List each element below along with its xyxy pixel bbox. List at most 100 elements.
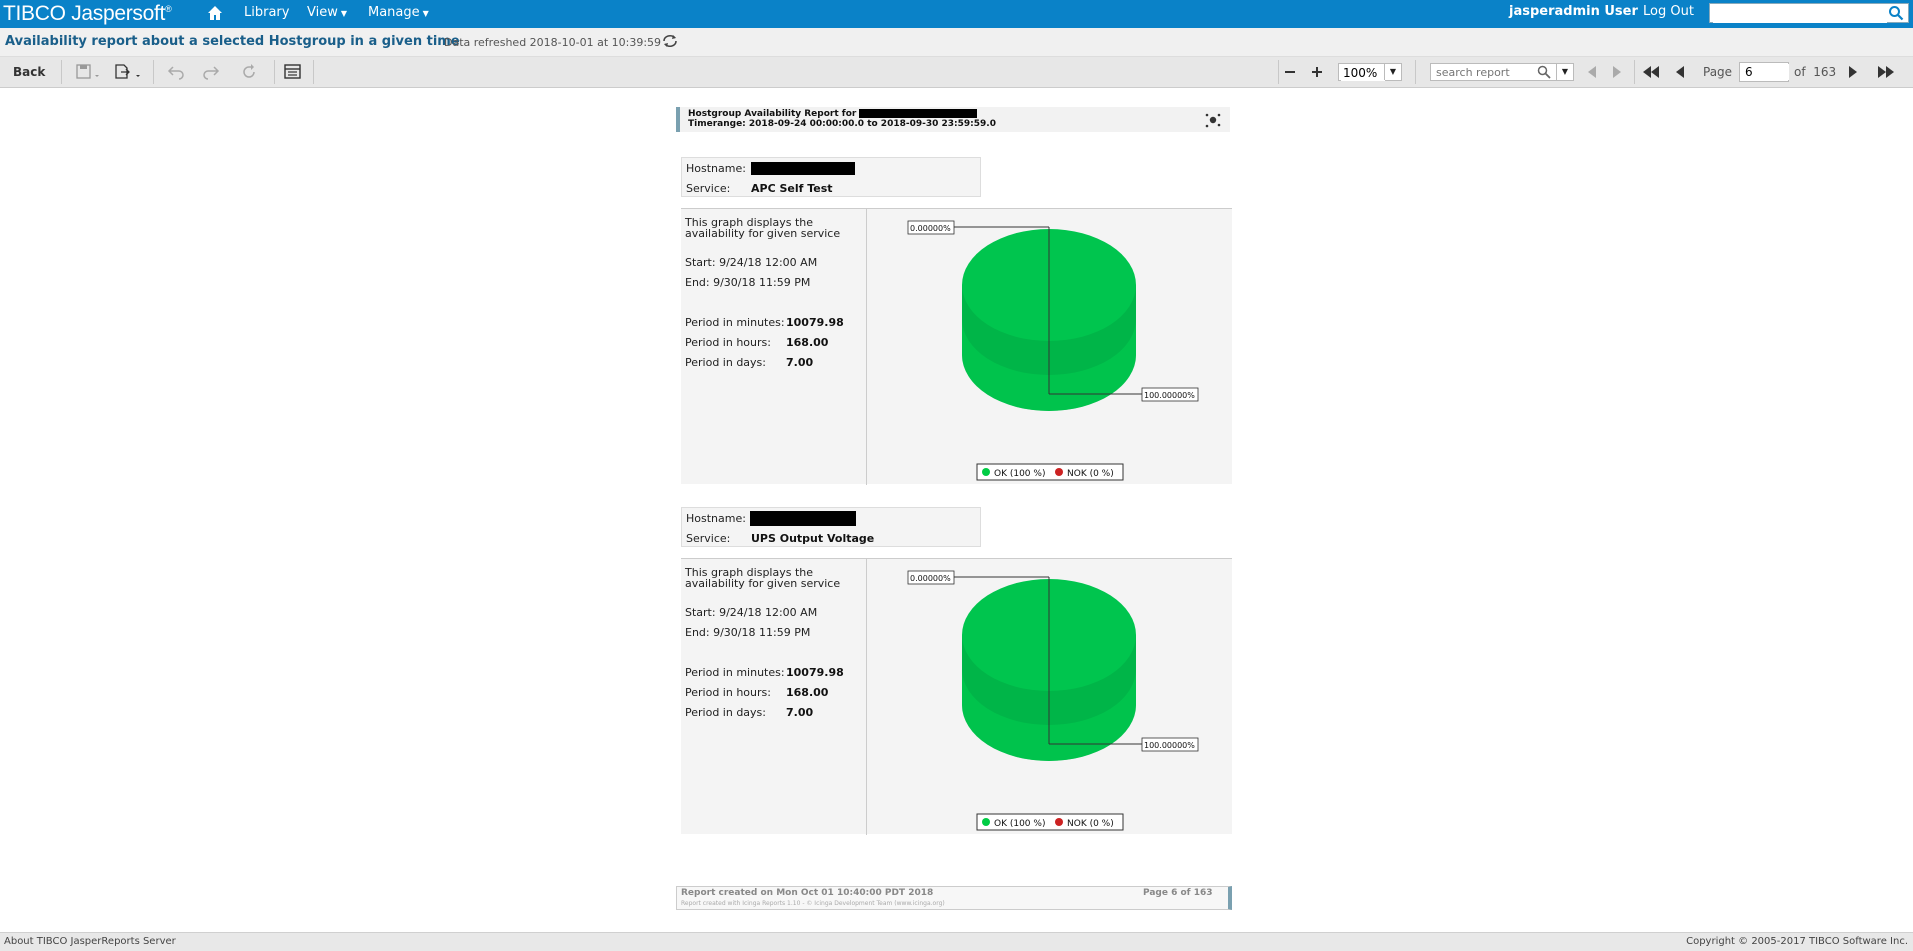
report-footer: Report created on Mon Oct 01 10:40:00 PD… — [676, 886, 1232, 910]
hours-value: 168.00 — [786, 686, 829, 699]
nav-manage-label: Manage — [368, 5, 420, 20]
toolbar-divider — [313, 60, 314, 84]
last-page-icon[interactable] — [1877, 64, 1895, 80]
current-user: jasperadmin User — [1509, 4, 1638, 19]
redacted-hostname — [751, 162, 855, 175]
page-count: of 163 — [1794, 65, 1836, 79]
logout-link[interactable]: Log Out — [1643, 4, 1694, 19]
report-timerange: Timerange: 2018-09-24 00:00:00.0 to 2018… — [688, 119, 996, 129]
availability-panel: This graph displays the availability for… — [681, 558, 1232, 835]
zoom-in-icon[interactable] — [1310, 64, 1324, 80]
legend-ok-marker — [982, 468, 990, 476]
pie-label-nok: 0.00000% — [910, 574, 951, 583]
undo-icon[interactable] — [167, 64, 185, 80]
availability-pie-chart: 0.00000% 100.00000% OK (100 %) NOK (0 %) — [907, 570, 1199, 831]
previous-page-icon[interactable] — [1674, 64, 1686, 80]
copyright-text: Copyright © 2005-2017 TIBCO Software Inc… — [1686, 936, 1908, 947]
search-options-dropdown[interactable]: ▼ — [1556, 64, 1573, 80]
report-header-title-text: Hostgroup Availability Report for — [688, 109, 857, 119]
toolbar-divider — [1278, 60, 1279, 84]
save-icon[interactable] — [76, 64, 102, 80]
refresh-icon[interactable] — [661, 33, 679, 49]
bookmarks-icon[interactable] — [284, 64, 302, 80]
next-page-icon[interactable] — [1847, 64, 1859, 80]
search-icon[interactable] — [1888, 5, 1904, 21]
search-next-icon[interactable] — [1611, 64, 1623, 80]
legend-nok-marker — [1055, 818, 1063, 826]
legend-ok-label: OK (100 %) — [994, 819, 1045, 829]
report-title-bar: Availability report about a selected Hos… — [0, 28, 1913, 57]
hostname-label: Hostname: — [686, 512, 746, 525]
status-bar: About TIBCO JasperReports Server Copyrig… — [0, 932, 1913, 951]
nav-manage[interactable]: Manage ▼ — [368, 5, 429, 20]
pie-label-ok: 100.00000% — [1144, 741, 1195, 750]
nav-view[interactable]: View ▼ — [307, 5, 347, 20]
minutes-label: Period in minutes: — [685, 666, 785, 679]
report-created-date: Report created on Mon Oct 01 10:40:00 PD… — [681, 888, 934, 898]
redo-icon[interactable] — [202, 64, 220, 80]
global-search — [1709, 3, 1909, 23]
legend-nok-label: NOK (0 %) — [1067, 469, 1114, 479]
nav-library[interactable]: Library — [244, 5, 289, 20]
chevron-down-icon[interactable]: ▼ — [1384, 64, 1401, 80]
report-search-input[interactable] — [1434, 65, 1538, 80]
pie-label-ok: 100.00000% — [1144, 391, 1195, 400]
chevron-down-icon: ▼ — [422, 9, 429, 18]
chevron-down-icon: ▼ — [340, 9, 348, 18]
page-number-field — [1739, 62, 1789, 82]
tibco-jaspersoft-logo[interactable]: TIBCO Jaspersoft® — [3, 2, 172, 26]
zoom-input[interactable] — [1341, 65, 1385, 81]
redacted-hostname — [750, 511, 856, 526]
search-previous-icon[interactable] — [1586, 64, 1598, 80]
hours-value: 168.00 — [786, 336, 829, 349]
top-bar: TIBCO Jaspersoft® Library View ▼ Manage ▼ … — [0, 0, 1913, 28]
host-info: Hostname: Service: UPS Output Voltage — [681, 507, 981, 547]
toolbar-divider — [61, 60, 62, 84]
hostname-label: Hostname: — [686, 162, 746, 175]
toolbar-divider — [1415, 60, 1416, 84]
zoom-out-icon[interactable] — [1283, 64, 1297, 80]
of-label: of — [1794, 65, 1806, 79]
end-time: End: 9/30/18 11:59 PM — [685, 626, 811, 639]
export-icon[interactable] — [114, 64, 144, 80]
minutes-value: 10079.98 — [786, 666, 844, 679]
days-label: Period in days: — [685, 356, 766, 369]
host-info: Hostname: Service: APC Self Test — [681, 157, 981, 197]
report-toolbar: Back ▼ ▼ Page of 163 — [0, 57, 1913, 88]
report-page-number: Page 6 of 163 — [1143, 888, 1213, 898]
nav-library-label: Library — [244, 5, 290, 20]
report-header: Hostgroup Availability Report for Timera… — [676, 107, 1230, 132]
hours-label: Period in hours: — [685, 686, 771, 699]
search-icon[interactable] — [1537, 65, 1551, 79]
service-label: Service: — [686, 182, 731, 195]
back-button[interactable]: Back — [13, 65, 45, 79]
toolbar-divider — [274, 60, 275, 84]
report-title: Availability report about a selected Hos… — [5, 34, 460, 49]
days-label: Period in days: — [685, 706, 766, 719]
pie-label-nok: 0.00000% — [910, 224, 951, 233]
nav-view-label: View — [307, 5, 338, 20]
start-time: Start: 9/24/18 12:00 AM — [685, 606, 818, 619]
start-time: Start: 9/24/18 12:00 AM — [685, 256, 818, 269]
home-icon[interactable] — [206, 4, 224, 22]
redacted-hostgroup — [859, 109, 978, 118]
chart-options-icon[interactable] — [1204, 111, 1222, 129]
hours-label: Period in hours: — [685, 336, 771, 349]
about-link[interactable]: About TIBCO JasperReports Server — [4, 936, 176, 947]
data-refreshed-text: Data refreshed 2018-10-01 at 10:39:59 — [444, 36, 662, 49]
minutes-label: Period in minutes: — [685, 316, 785, 329]
availability-panel: This graph displays the availability for… — [681, 208, 1232, 485]
global-search-input[interactable] — [1713, 5, 1887, 23]
page-label: Page — [1703, 65, 1733, 79]
end-time: End: 9/30/18 11:59 PM — [685, 276, 811, 289]
service-name: APC Self Test — [751, 182, 833, 195]
reset-icon[interactable] — [240, 64, 258, 80]
legend-ok-label: OK (100 %) — [994, 469, 1045, 479]
availability-pie-chart: 0.00000% 100.00000% OK (100 %) NOK (0 %) — [907, 220, 1199, 481]
page-number-input[interactable] — [1743, 64, 1789, 80]
legend-nok-label: NOK (0 %) — [1067, 819, 1114, 829]
days-value: 7.00 — [786, 356, 814, 369]
zoom-select[interactable]: ▼ — [1338, 63, 1402, 81]
legend-ok-marker — [982, 818, 990, 826]
first-page-icon[interactable] — [1642, 64, 1660, 80]
